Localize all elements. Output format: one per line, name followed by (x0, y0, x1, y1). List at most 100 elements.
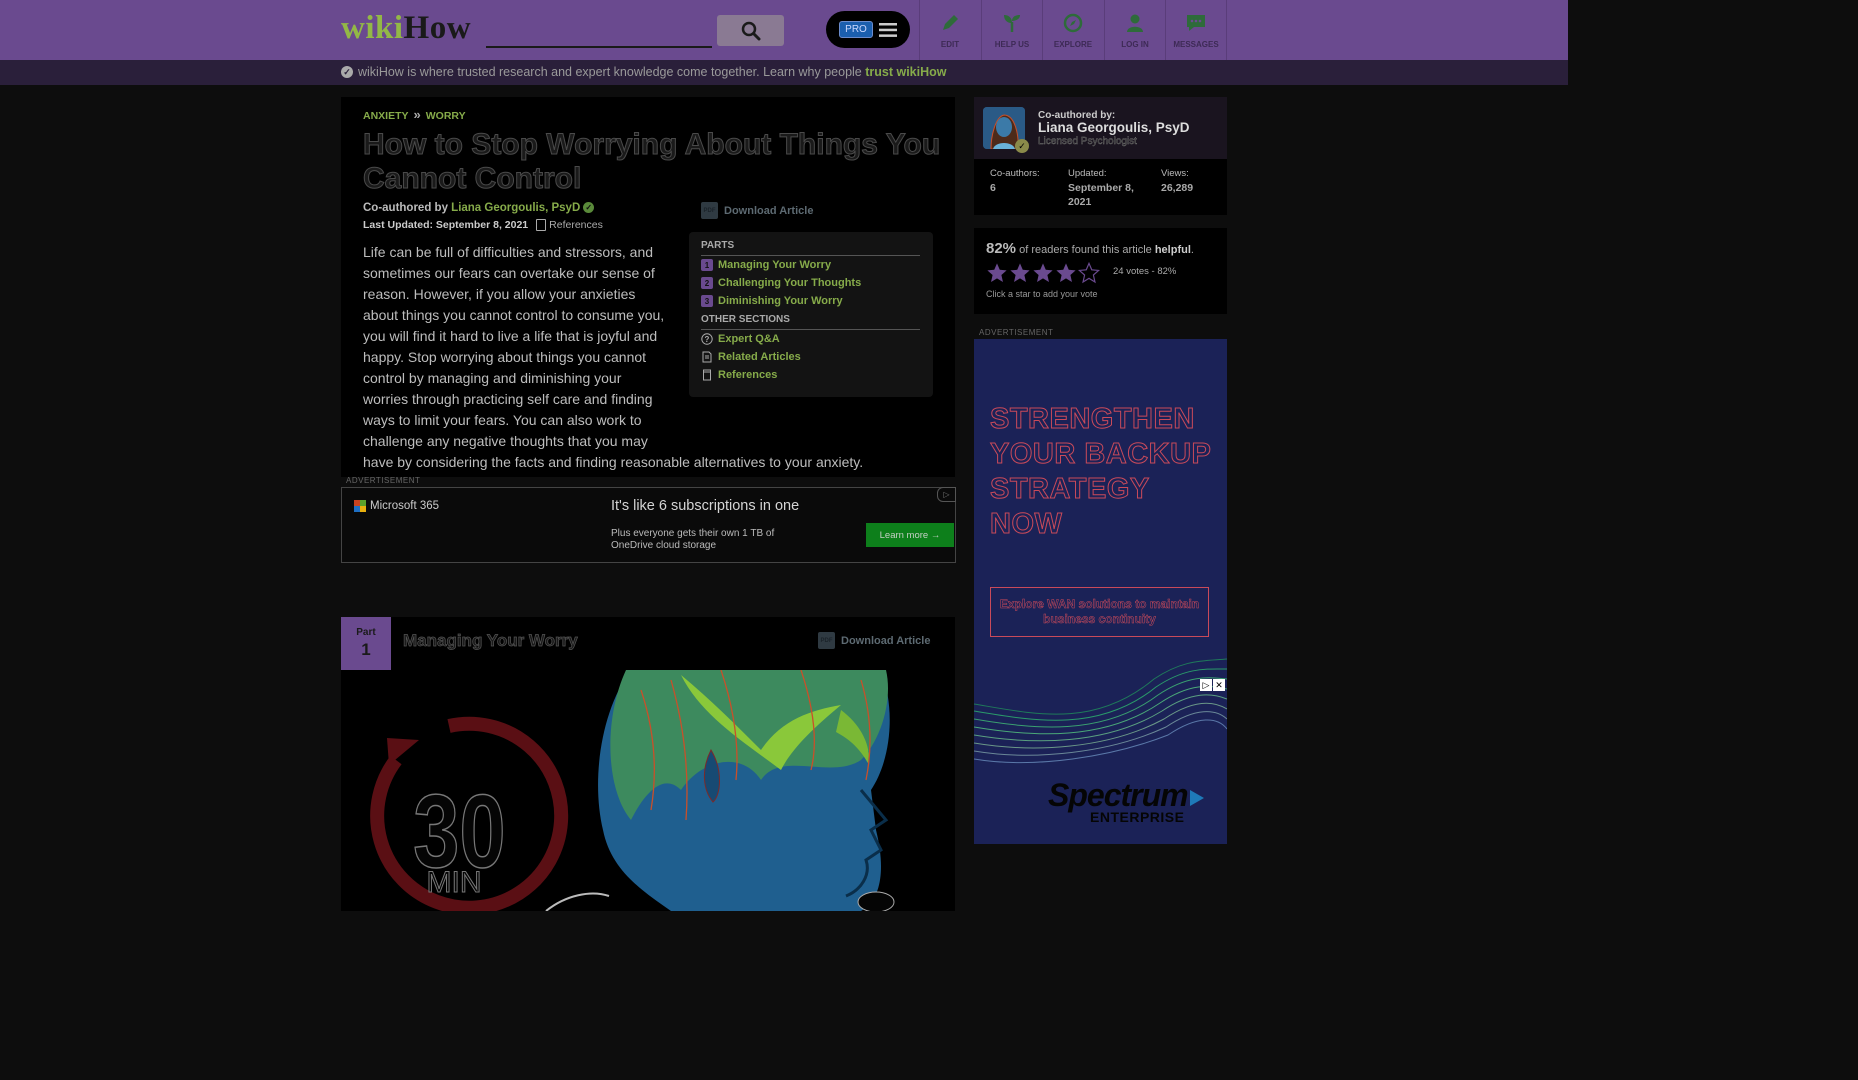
wikihow-logo[interactable]: wikiHow (341, 10, 471, 47)
helpful-percent: 82% (986, 240, 1017, 257)
breadcrumb-anxiety[interactable]: ANXIETY (363, 110, 409, 122)
helpful-period: . (1190, 244, 1194, 256)
trust-wikihow-link[interactable]: trust wikiHow (865, 65, 946, 79)
pro-menu-button[interactable]: PRO (826, 11, 910, 48)
hamburger-menu-icon (878, 22, 897, 37)
references-doc-icon (536, 219, 547, 232)
nav-messages-label: MESSAGES (1173, 39, 1219, 49)
toc-part-1[interactable]: 1 Managing Your Worry (701, 259, 831, 271)
votes-count: 24 votes - 82% (1113, 266, 1177, 277)
nav-explore[interactable]: EXPLORE (1042, 0, 1103, 60)
ms-ad-brand: Microsoft 365 (354, 500, 439, 512)
download-article-button[interactable]: PDF Download Article (701, 202, 813, 219)
sprout-icon (1004, 14, 1020, 32)
toc-expert-qa[interactable]: ? Expert Q&A (701, 333, 780, 345)
trust-text: wikiHow is where trusted research and ex… (358, 65, 866, 79)
download-article-label: Download Article (841, 634, 931, 647)
nav-help-us-label: HELP US (994, 39, 1030, 49)
star-filled-icon[interactable] (1055, 262, 1077, 284)
sidebar-ad-label: ADVERTISEMENT (979, 328, 1054, 337)
toc-related-articles[interactable]: Related Articles (701, 351, 801, 363)
logo-wiki: wiki (341, 10, 404, 46)
toc-other-label: Expert Q&A (718, 333, 780, 345)
nav-edit[interactable]: EDIT (919, 0, 980, 60)
ms-ad-brand-text: Microsoft 365 (370, 500, 440, 512)
pro-badge: PRO (839, 21, 873, 38)
nav-edit-label: EDIT (940, 39, 960, 49)
spectrum-ad-button[interactable]: Explore WAN solutions to maintain busine… (990, 587, 1209, 637)
user-icon (1127, 14, 1143, 32)
sidebar-author-name[interactable]: Liana Georgoulis, PsyD (1038, 120, 1190, 135)
search-icon (741, 21, 760, 40)
nav-log-in[interactable]: LOG IN (1104, 0, 1165, 60)
author-link[interactable]: Liana Georgoulis, PsyD (451, 202, 580, 214)
last-updated-text: Last Updated: September 8, 2021 (363, 219, 529, 231)
timer-unit: MIN (427, 866, 482, 899)
trust-banner-text: wikiHow is where trusted research and ex… (358, 65, 947, 79)
logo-how: How (403, 10, 472, 46)
toc-other-label: References (718, 369, 778, 381)
stat-updated-label: Updated: (1068, 168, 1107, 179)
references-link[interactable]: References (549, 219, 603, 231)
adchoices-icon[interactable]: ▷ (937, 487, 956, 502)
breadcrumb-worry[interactable]: WORRY (426, 110, 466, 122)
pdf-icon: PDF (701, 202, 718, 219)
breadcrumb: ANXIETY » WORRY (363, 107, 466, 122)
toc-part-label: Challenging Your Thoughts (718, 277, 862, 289)
part-number-box: Part 1 (341, 617, 391, 670)
svg-text:?: ? (705, 335, 710, 344)
toc-parts-heading: PARTS (701, 240, 735, 251)
part-download-article-button[interactable]: PDF Download Article (818, 632, 930, 649)
star-filled-icon[interactable] (1032, 262, 1054, 284)
stat-views-value: 26,289 (1161, 182, 1194, 194)
helpful-text: of readers found this article (1016, 244, 1155, 256)
compass-icon (1063, 13, 1083, 32)
question-icon: ? (701, 333, 713, 345)
star-rating[interactable] (986, 262, 1100, 284)
toc-other-heading: OTHER SECTIONS (701, 314, 790, 325)
close-ad-icon[interactable]: ✕ (1213, 679, 1225, 691)
nav-messages[interactable]: MESSAGES (1165, 0, 1227, 60)
last-updated: Last Updated: September 8, 2021 Reference… (363, 219, 603, 232)
author-credential: Licensed Psychologist (1038, 136, 1137, 147)
stat-coauthors-value: 6 (990, 182, 996, 194)
toc-part-3[interactable]: 3 Diminishing Your Worry (701, 295, 843, 307)
vote-hint: Click a star to add your vote (986, 289, 1098, 299)
star-filled-icon[interactable] (1009, 262, 1031, 284)
toc-references[interactable]: References (701, 369, 777, 381)
chat-icon (1187, 14, 1205, 31)
pencil-icon (943, 14, 958, 30)
stat-coauthors-label: Co-authors: (990, 168, 1040, 179)
nav-log-in-label: LOG IN (1121, 39, 1149, 49)
spectrum-ad-headline: STRENGTHEN YOUR BACKUP STRATEGY NOW (990, 403, 1211, 541)
stat-views-label: Views: (1161, 168, 1189, 179)
document-icon (702, 351, 712, 363)
verified-check-icon: ✓ (583, 202, 595, 214)
coauthored-prefix: Co-authored by (363, 202, 452, 214)
toc-part-number: 3 (701, 295, 713, 307)
star-filled-icon[interactable] (986, 262, 1008, 284)
toc-part-number: 2 (701, 277, 713, 289)
ms-ad-headline: It's like 6 subscriptions in one (611, 498, 800, 514)
toc-part-label: Diminishing Your Worry (718, 295, 843, 307)
ms-ad-subtext: Plus everyone gets their own 1 TB of One… (611, 528, 775, 551)
search-input[interactable] (486, 16, 712, 48)
star-empty-icon[interactable] (1078, 262, 1100, 284)
part-label: Part (356, 627, 376, 638)
search-button[interactable] (717, 15, 784, 46)
toc-part-label: Managing Your Worry (718, 259, 832, 271)
toc-part-2[interactable]: 2 Challenging Your Thoughts (701, 277, 861, 289)
adchoices-icon[interactable]: ▷ (1200, 679, 1212, 691)
part-title: Managing Your Worry (403, 631, 578, 651)
toc-part-number: 1 (701, 259, 713, 271)
byline: Co-authored by Liana Georgoulis, PsyD ✓ (363, 202, 595, 214)
nav-help-us[interactable]: HELP US (981, 0, 1042, 60)
spectrum-logo-text: Spectrum (1048, 777, 1189, 813)
stat-updated-value: September 8, 2021 (1068, 182, 1134, 208)
helpful-rating-text: 82% of readers found this article helpfu… (986, 240, 1194, 257)
top-navigation-bar (0, 0, 1568, 60)
ms-ad-learn-more-button[interactable]: Learn more → (866, 523, 954, 547)
toc-divider (701, 255, 920, 256)
check-icon: ✓ (341, 66, 353, 78)
part-number: 1 (361, 640, 371, 659)
